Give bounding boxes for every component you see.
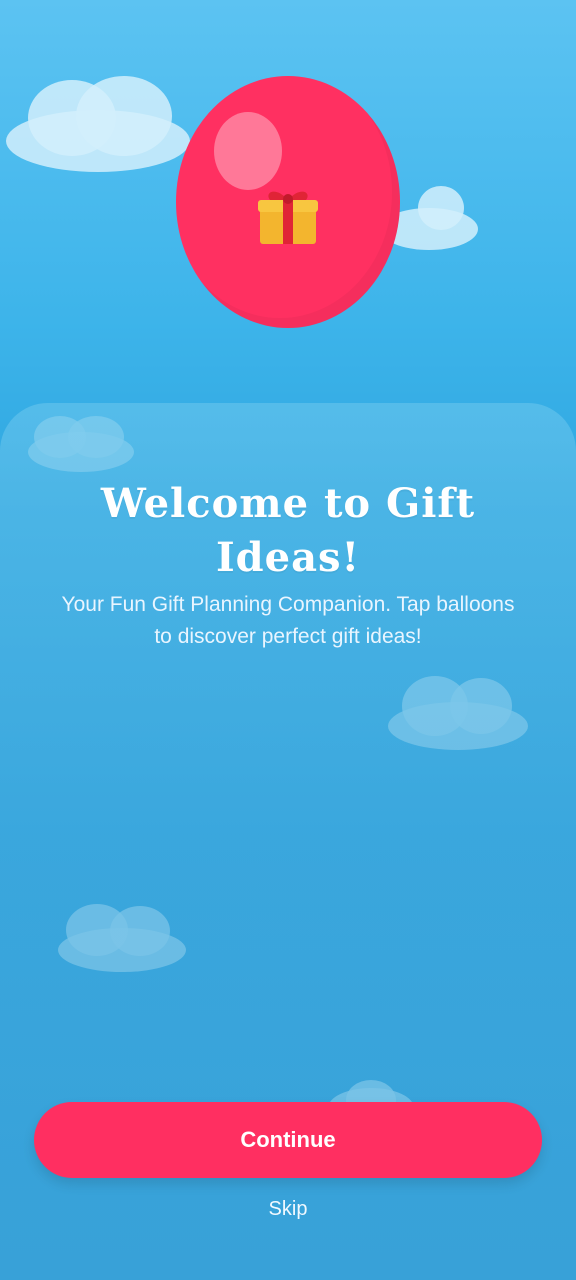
gift-icon: [258, 191, 318, 244]
page-title: Welcome to Gift Ideas!: [100, 479, 476, 581]
balloon-shine: [214, 112, 282, 190]
skip-link[interactable]: Skip: [238, 1198, 338, 1221]
page-subtitle: Your Fun Gift Planning Companion. Tap ba…: [61, 593, 515, 648]
continue-button[interactable]: Continue: [34, 1102, 542, 1178]
cloud-decoration: [6, 76, 190, 172]
gift-balloon[interactable]: [176, 76, 400, 328]
